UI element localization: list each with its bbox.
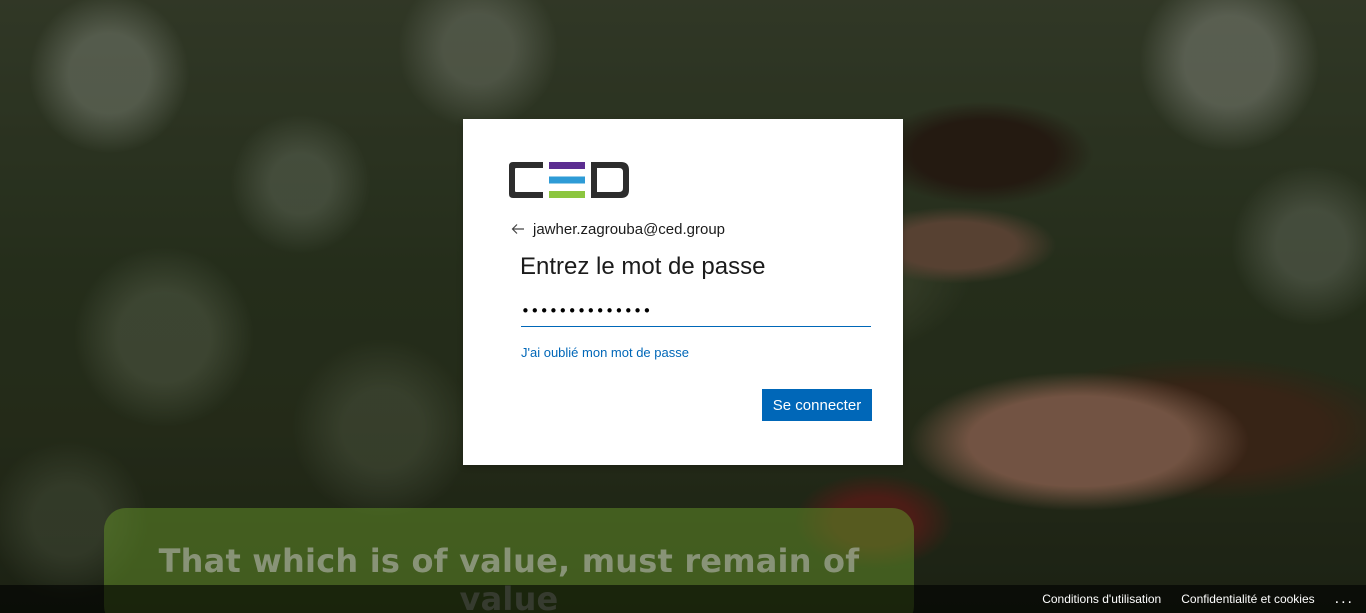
sign-in-card: jawher.zagrouba@ced.group Entrez le mot … xyxy=(463,119,903,465)
privacy-link[interactable]: Confidentialité et cookies xyxy=(1181,592,1314,606)
back-arrow-icon[interactable] xyxy=(511,222,525,236)
ced-logo xyxy=(509,162,629,198)
page-title: Entrez le mot de passe xyxy=(520,253,766,280)
identity-banner: jawher.zagrouba@ced.group xyxy=(511,219,725,239)
forgot-password-link[interactable]: J'ai oublié mon mot de passe xyxy=(521,345,689,360)
terms-link[interactable]: Conditions d'utilisation xyxy=(1042,592,1161,606)
identity-email: jawher.zagrouba@ced.group xyxy=(533,220,726,238)
more-options-icon[interactable]: ... xyxy=(1335,591,1354,607)
footer: Conditions d'utilisation Confidentialité… xyxy=(0,585,1366,613)
sign-in-button[interactable]: Se connecter xyxy=(762,389,872,421)
password-field[interactable] xyxy=(521,296,871,327)
